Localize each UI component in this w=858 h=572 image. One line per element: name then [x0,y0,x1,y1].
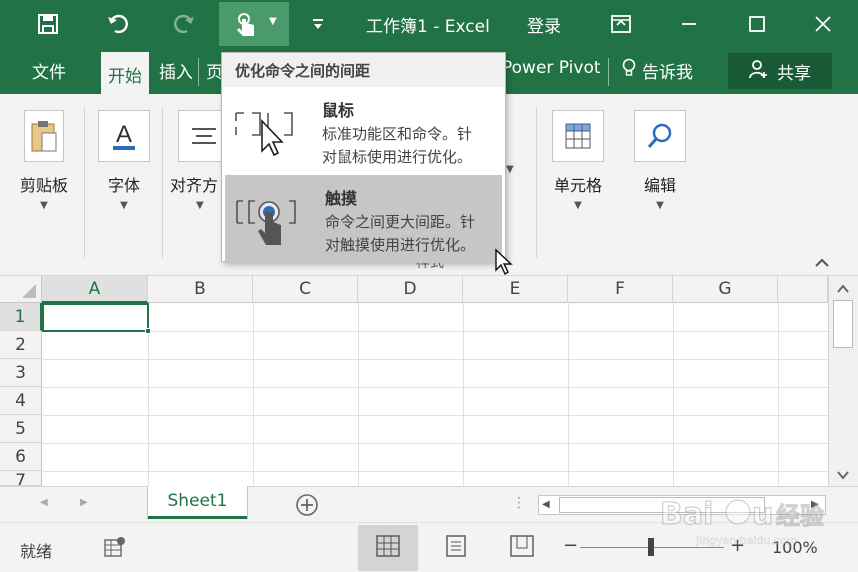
scroll-left-icon[interactable]: ◀ [542,499,550,510]
active-cell-a1[interactable] [42,303,149,332]
window-title: 工作簿1 - Excel [366,17,490,37]
save-icon[interactable] [30,4,66,44]
touch-mode-description: 命令之间更大间距。针 对触摸使用进行优化。 [325,213,476,254]
touch-mode-button[interactable]: ▼ [219,2,289,46]
search-icon [634,110,686,162]
sheet-next-icon[interactable]: ▶ [80,497,88,508]
login-link[interactable]: 登录 [527,12,561,37]
title-bar: ▼ 工作簿1 - Excel 登录 [0,0,858,48]
editing-group[interactable]: 编辑 ▼ [634,110,686,211]
clipboard-group[interactable]: 剪贴板 ▼ [16,110,72,211]
chevron-down-icon: ▼ [506,164,514,175]
row-header[interactable]: 7 [0,471,42,486]
grid-view-icon [376,535,400,561]
chevron-down-icon: ▼ [40,200,48,211]
sheet-prev-icon[interactable]: ◀ [40,497,48,508]
svg-text:A: A [116,121,132,148]
mouse-mode-title: 鼠标 [322,101,355,120]
status-ready: 就绪 [20,542,53,561]
zoom-out-icon[interactable]: − [563,535,578,556]
row-header[interactable]: 1 [0,303,42,331]
page-layout-icon [445,535,467,561]
row-header[interactable]: 2 [0,331,42,359]
scroll-down-icon[interactable] [835,466,851,485]
tab-home[interactable]: 开始 [101,52,149,94]
touch-mode-icon [233,11,259,41]
column-header[interactable]: G [673,276,778,303]
excel-window: ▼ 工作簿1 - Excel 登录 文件 开始 插入 页 Power Pivot [0,0,858,572]
column-header[interactable]: E [463,276,568,303]
row-header[interactable]: 3 [0,359,42,387]
baidu-watermark: Bai u 经验 jingyan.baidu.com [656,484,856,554]
column-header[interactable]: D [358,276,463,303]
mouse-mode-option[interactable]: 鼠标 标准功能区和命令。针 对鼠标使用进行优化。 [222,87,505,175]
scroll-thumb[interactable] [833,300,853,348]
tab-power-pivot[interactable]: Power Pivot [502,58,601,78]
macro-record-icon[interactable] [104,536,126,562]
close-icon[interactable] [806,4,840,44]
svg-text:经验: 经验 [776,502,824,530]
vertical-scrollbar[interactable] [828,276,858,486]
tab-insert[interactable]: 插入 [159,58,193,83]
cells-icon [552,110,604,162]
customize-qat-icon[interactable] [304,4,332,44]
font-label: 字体 [107,176,140,195]
chevron-down-icon: ▼ [120,200,128,211]
svg-text:Bai: Bai [660,497,713,532]
fill-handle[interactable] [145,328,151,334]
editing-label: 编辑 [643,176,676,195]
column-header[interactable]: F [568,276,673,303]
add-sheet-icon[interactable] [295,493,319,521]
mouse-mode-icon [232,101,296,161]
chevron-down-icon: ▼ [574,200,582,211]
redo-icon[interactable] [166,4,202,44]
font-group[interactable]: A 字体 ▼ [98,110,150,211]
svg-text:u: u [752,497,773,532]
page-break-view-button[interactable] [492,525,552,571]
share-label: 共享 [777,63,811,84]
lightbulb-icon [622,58,636,83]
page-break-icon [510,535,534,561]
scroll-up-icon[interactable] [835,280,851,299]
maximize-icon[interactable] [740,4,774,44]
ribbon-display-options-icon[interactable] [604,4,638,44]
collapse-ribbon-icon[interactable] [815,256,829,272]
column-header[interactable]: C [253,276,358,303]
svg-text:jingyan.baidu.com: jingyan.baidu.com [695,534,798,547]
mouse-mode-description: 标准功能区和命令。针 对鼠标使用进行优化。 [322,125,473,166]
row-header[interactable]: 4 [0,387,42,415]
normal-view-button[interactable] [358,525,418,571]
touch-mode-option-icon [235,189,299,249]
select-all-corner[interactable] [0,276,42,303]
tab-file[interactable]: 文件 [32,58,66,83]
font-color-icon: A [98,110,150,162]
cells-label: 单元格 [553,176,602,195]
sheet-tab[interactable]: Sheet1 [148,486,247,519]
chevron-down-icon: ▼ [269,16,277,27]
zoom-slider-thumb[interactable] [648,538,654,556]
tell-me-label: 告诉我 [642,63,693,83]
tell-me-box[interactable]: 告诉我 [622,58,693,83]
clipboard-label: 剪贴板 [19,176,68,195]
cells-group[interactable]: 单元格 ▼ [550,110,606,211]
row-header[interactable]: 6 [0,443,42,471]
page-layout-view-button[interactable] [426,525,486,571]
split-handle-icon[interactable]: ⋮ [512,495,526,511]
column-header[interactable]: B [148,276,253,303]
touch-mode-title: 触摸 [325,189,358,208]
share-button[interactable]: 共享 [728,53,832,89]
minimize-icon[interactable] [672,4,706,44]
touch-mode-menu: 优化命令之间的间距 鼠标 标准功能区和命令。针 对鼠标使用进行优化。 触摸 命令… [221,52,506,263]
mouse-cursor-icon [494,248,514,276]
person-icon [749,59,769,84]
clipboard-icon [24,110,64,162]
chevron-down-icon: ▼ [656,200,664,211]
column-header-partial [778,276,828,303]
undo-icon[interactable] [100,4,136,44]
menu-header: 优化命令之间的间距 [222,53,505,87]
worksheet-grid[interactable]: A B C D E F G 1 2 3 4 5 6 7 [0,276,858,486]
row-header[interactable]: 5 [0,415,42,443]
column-header[interactable]: A [42,276,148,303]
touch-mode-option[interactable]: 触摸 命令之间更大间距。针 对触摸使用进行优化。 [225,175,502,263]
